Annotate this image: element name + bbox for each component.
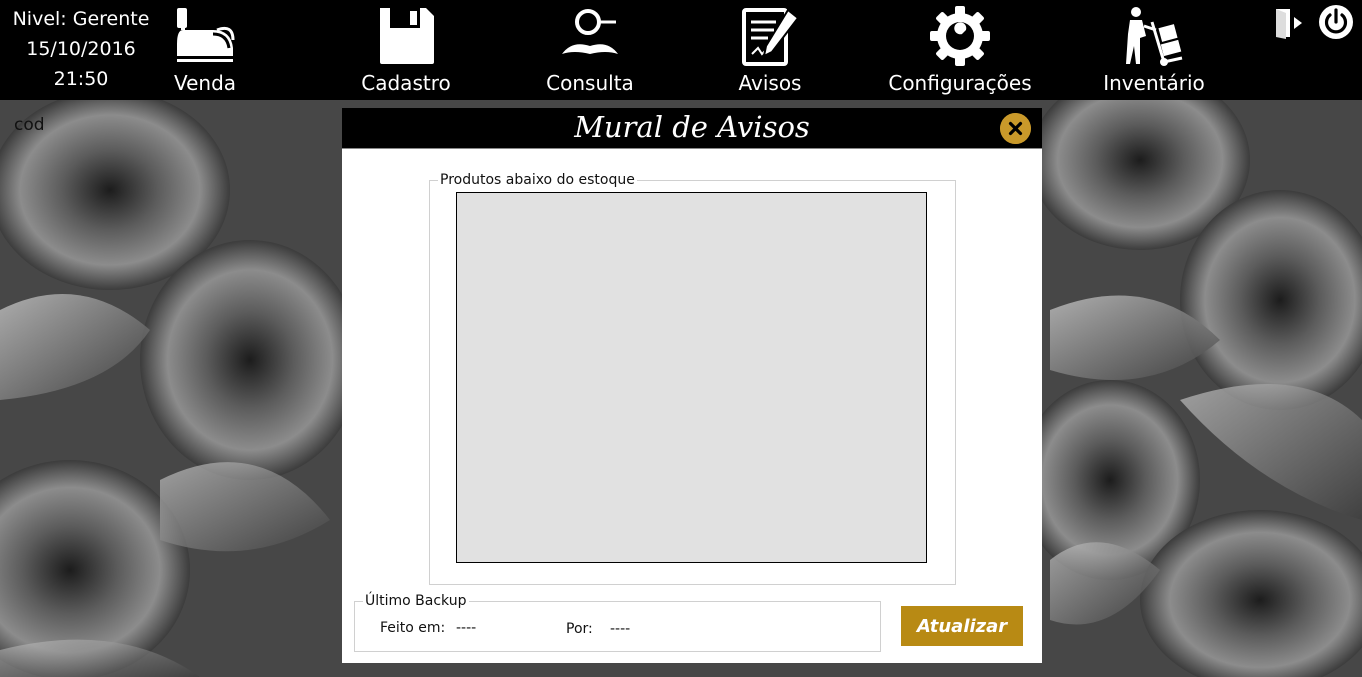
power-icon[interactable]	[1318, 4, 1354, 40]
update-button[interactable]: Atualizar	[901, 606, 1023, 646]
last-backup-group-label: Último Backup	[365, 593, 467, 609]
cash-register-icon	[177, 8, 235, 62]
low-stock-group-label: Produtos abaixo do estoque	[440, 172, 635, 188]
nav-label: Venda	[173, 71, 237, 95]
exit-door-icon[interactable]	[1272, 6, 1306, 40]
cod-label: cod	[14, 115, 45, 135]
low-stock-list[interactable]	[456, 192, 927, 563]
floppy-disk-icon	[380, 8, 434, 64]
nav-label: Cadastro	[361, 71, 451, 95]
nav-inventario[interactable]: Inventário	[1064, 4, 1244, 98]
notice-board-dialog: Mural de Avisos Produtos abaixo do estoq…	[342, 108, 1042, 663]
done-at-label: Feito em:	[380, 620, 446, 636]
nav-cadastro[interactable]: Cadastro	[316, 4, 496, 98]
by-label: Por:	[566, 621, 593, 637]
nav-label: Configurações	[888, 71, 1032, 95]
magnifier-mustache-icon	[562, 9, 618, 54]
top-navigation-bar: Nivel: Gerente 15/10/2016 21:50 Venda Ca…	[0, 0, 1362, 100]
nav-configuracoes[interactable]: Configurações	[870, 4, 1050, 98]
nav-label: Consulta	[546, 71, 634, 95]
nav-venda[interactable]: Venda	[115, 4, 295, 98]
dialog-header: Mural de Avisos	[342, 108, 1042, 149]
hand-truck-icon	[1126, 7, 1183, 66]
notepad-pen-icon	[742, 8, 800, 66]
nav-label: Avisos	[738, 71, 802, 95]
done-at-value: ----	[456, 620, 477, 636]
close-icon[interactable]	[1000, 113, 1031, 144]
nav-avisos[interactable]: Avisos	[680, 4, 860, 98]
by-value: ----	[610, 621, 631, 637]
nav-consulta[interactable]: Consulta	[500, 4, 680, 98]
gear-wrench-icon	[930, 6, 990, 66]
nav-label: Inventário	[1103, 71, 1205, 95]
dialog-title: Mural de Avisos	[574, 110, 810, 144]
